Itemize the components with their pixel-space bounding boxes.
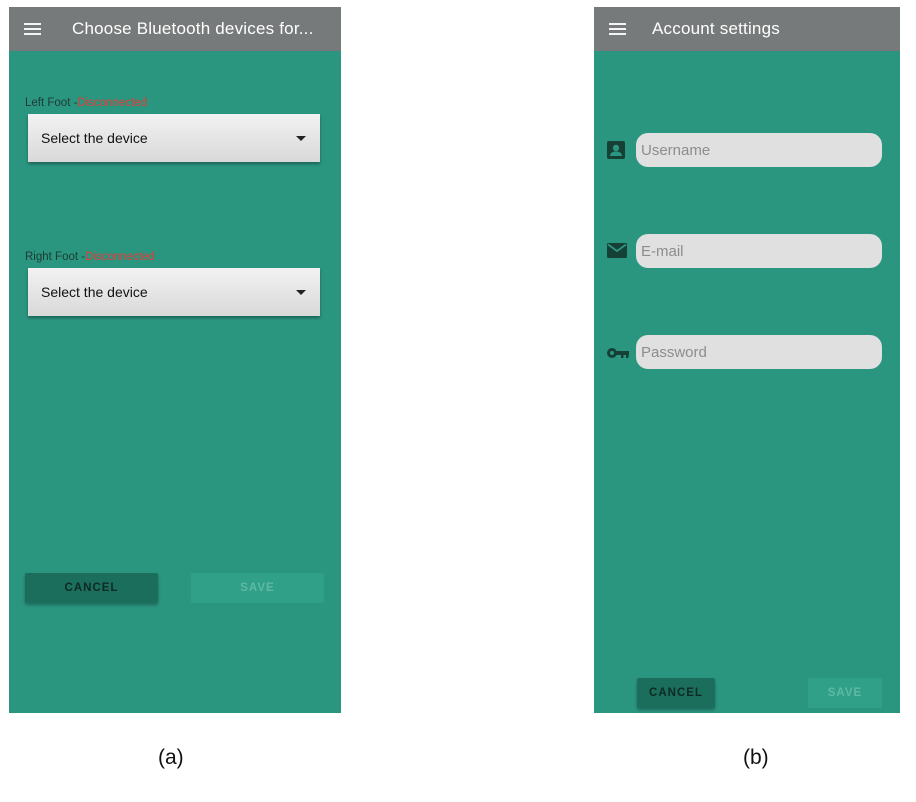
mail-icon: [607, 243, 627, 258]
page-title: Account settings: [652, 19, 780, 38]
cancel-button[interactable]: CANCEL: [25, 573, 158, 603]
dropdown-selected-value: Select the device: [41, 130, 148, 146]
right-foot-device-dropdown[interactable]: Select the device: [28, 268, 320, 316]
password-input[interactable]: [636, 335, 882, 369]
save-button[interactable]: SAVE: [191, 573, 324, 603]
password-row: [594, 335, 900, 371]
left-foot-status: Disconnected: [77, 97, 148, 109]
left-foot-label-text: Left Foot -: [25, 97, 78, 109]
menu-icon[interactable]: [609, 23, 626, 35]
dropdown-arrow-icon: [296, 289, 306, 295]
caption-b: (b): [743, 746, 769, 769]
email-row: [594, 234, 900, 270]
left-foot-device-dropdown[interactable]: Select the device: [28, 114, 320, 162]
username-row: [594, 133, 900, 169]
right-foot-label-text: Right Foot -: [25, 251, 86, 263]
app-bar: Choose Bluetooth devices for...: [9, 7, 341, 51]
right-foot-status: Disconnected: [85, 251, 155, 263]
email-input[interactable]: [636, 234, 882, 268]
right-foot-label: Right Foot -Disconnected: [25, 251, 155, 263]
key-icon: [607, 348, 629, 358]
save-button[interactable]: SAVE: [808, 678, 882, 708]
cancel-button[interactable]: CANCEL: [637, 678, 715, 708]
dropdown-selected-value: Select the device: [41, 284, 148, 300]
left-foot-label: Left Foot -Disconnected: [25, 97, 147, 109]
menu-icon[interactable]: [24, 23, 41, 35]
bluetooth-screen: Choose Bluetooth devices for... Left Foo…: [9, 7, 341, 713]
page-title: Choose Bluetooth devices for...: [72, 19, 314, 38]
account-box-icon: [607, 141, 625, 159]
app-bar: Account settings: [594, 7, 900, 51]
caption-a: (a): [158, 746, 184, 769]
username-input[interactable]: [636, 133, 882, 167]
dropdown-arrow-icon: [296, 135, 306, 141]
account-settings-screen: Account settings CANCEL SAVE: [594, 7, 900, 713]
